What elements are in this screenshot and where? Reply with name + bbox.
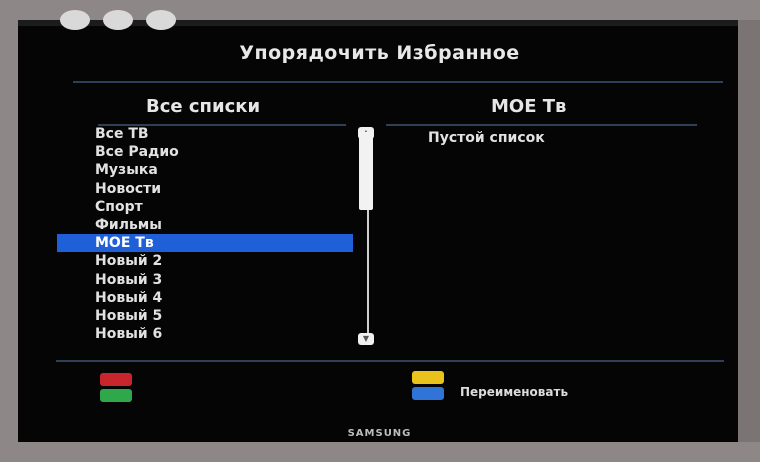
left-panel-header: Все списки (146, 96, 261, 117)
yellow-blue-key-icon[interactable] (412, 371, 444, 401)
yellow-key-icon (412, 371, 444, 384)
blue-key-icon (412, 387, 444, 400)
list-item[interactable]: Спорт (57, 198, 353, 216)
list-item[interactable]: Новый 6 (57, 325, 353, 343)
rename-hint: Переименовать (460, 385, 569, 399)
list-item[interactable]: Все ТВ (57, 125, 353, 143)
brand-logo: SAMSUNG (347, 428, 412, 439)
green-key-icon (100, 389, 132, 402)
list-item[interactable]: Новый 2 (57, 252, 353, 270)
decor-circle-icon (103, 10, 133, 30)
red-key-icon (100, 373, 132, 386)
list-item[interactable]: Фильмы (57, 216, 353, 234)
empty-list-text: Пустой список (428, 130, 545, 146)
list-item[interactable]: Новый 5 (57, 307, 353, 325)
frame-edge (738, 20, 760, 442)
red-green-key-icon[interactable] (100, 373, 132, 403)
favorites-list: Все ТВ Все Радио Музыка Новости Спорт Фи… (57, 125, 353, 343)
list-item[interactable]: Новости (57, 180, 353, 198)
footer-divider (56, 360, 724, 362)
list-item[interactable]: Музыка (57, 161, 353, 179)
right-header-divider (386, 124, 697, 126)
list-item[interactable]: Новый 3 (57, 271, 353, 289)
scroll-down-icon[interactable]: ▼ (358, 333, 374, 345)
list-item-selected[interactable]: МОЕ Тв (57, 234, 353, 253)
scrollbar-thumb[interactable] (359, 132, 373, 210)
decor-circle-icon (146, 10, 176, 30)
decor-circle-icon (60, 10, 90, 30)
list-item[interactable]: Все Радио (57, 143, 353, 161)
title-divider (73, 81, 723, 83)
list-item[interactable]: Новый 4 (57, 289, 353, 307)
right-panel-header: МОЕ Тв (491, 96, 567, 117)
tv-screen: Упорядочить Избранное Все списки МОЕ Тв … (18, 10, 741, 442)
page-title: Упорядочить Избранное (239, 42, 520, 64)
